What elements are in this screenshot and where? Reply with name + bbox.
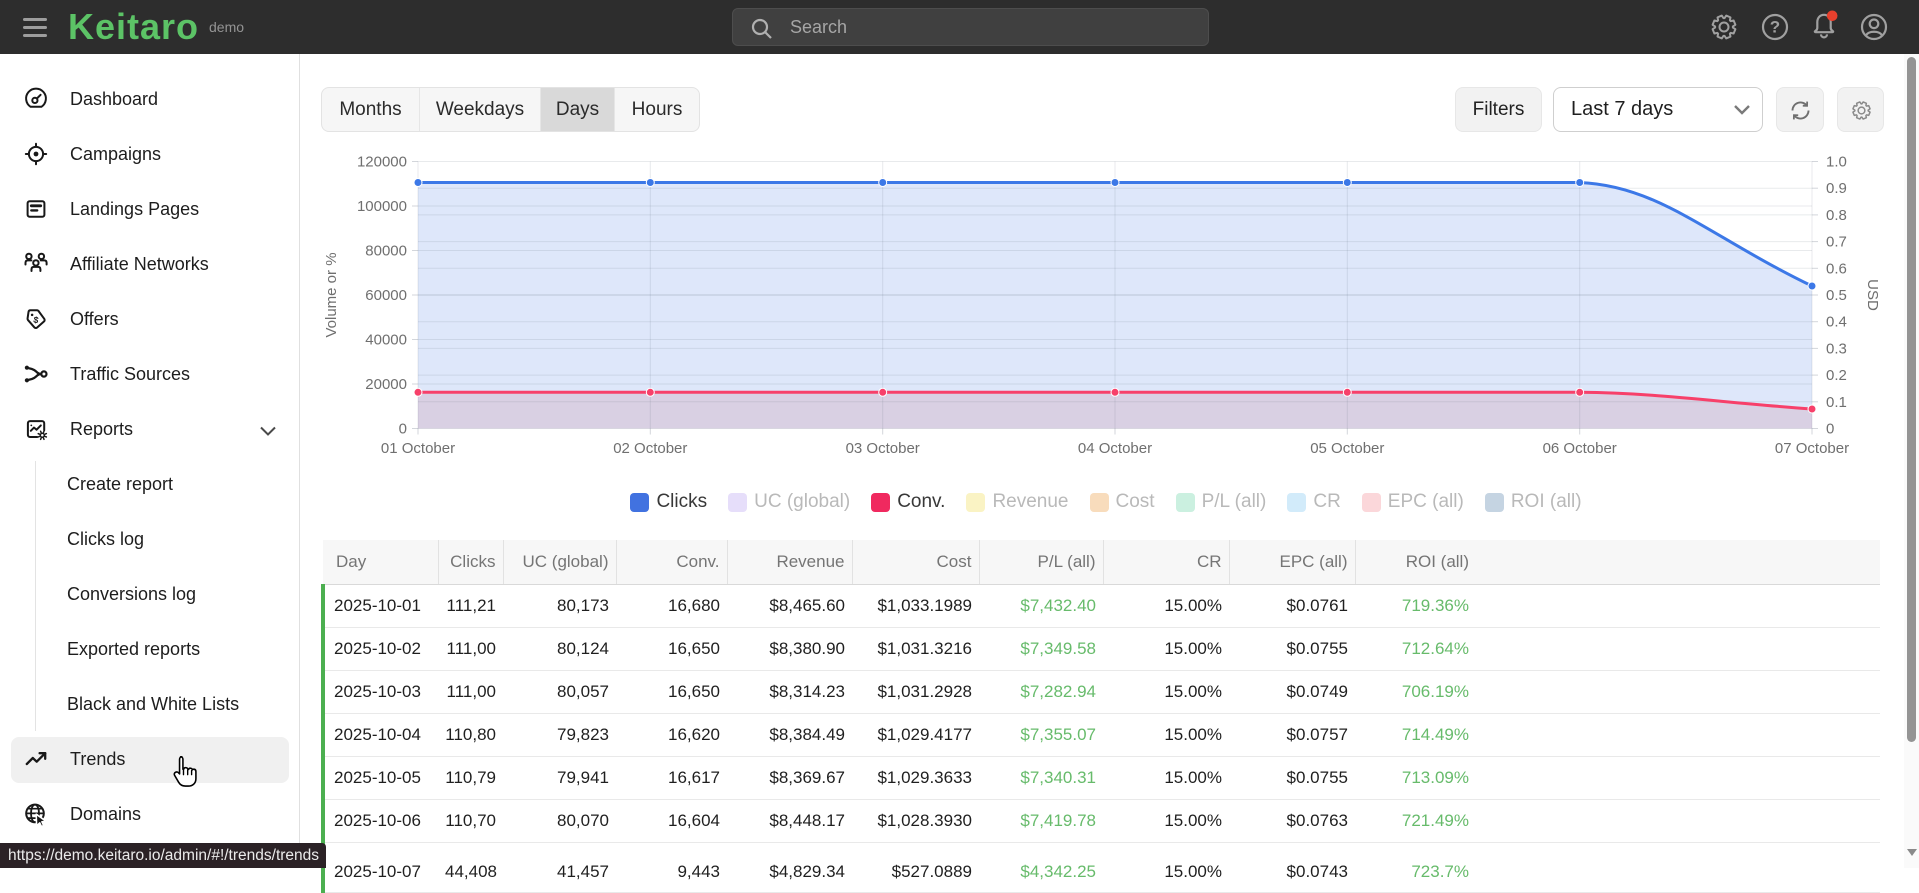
- svg-text:20000: 20000: [365, 376, 407, 393]
- svg-text:0.5: 0.5: [1826, 287, 1847, 304]
- svg-text:100000: 100000: [357, 198, 407, 215]
- svg-text:120000: 120000: [357, 154, 407, 171]
- svg-text:01 October: 01 October: [381, 440, 455, 457]
- svg-text:1.0: 1.0: [1826, 154, 1847, 171]
- svg-text:0.2: 0.2: [1826, 367, 1847, 384]
- svg-text:05 October: 05 October: [1310, 440, 1384, 457]
- svg-text:0.1: 0.1: [1826, 394, 1847, 411]
- svg-text:60000: 60000: [365, 287, 407, 304]
- svg-text:0.8: 0.8: [1826, 207, 1847, 224]
- svg-text:80000: 80000: [365, 243, 407, 260]
- svg-text:Volume or %: Volume or %: [323, 252, 340, 337]
- svg-text:0.3: 0.3: [1826, 340, 1847, 357]
- svg-text:0: 0: [1826, 421, 1834, 438]
- svg-text:0: 0: [399, 421, 407, 438]
- svg-text:0.7: 0.7: [1826, 234, 1847, 251]
- svg-text:?: ?: [1770, 18, 1780, 37]
- svg-text:USD: USD: [1864, 279, 1881, 311]
- svg-text:40000: 40000: [365, 332, 407, 349]
- svg-text:06 October: 06 October: [1543, 440, 1617, 457]
- svg-text:$: $: [32, 315, 39, 326]
- svg-text:0.9: 0.9: [1826, 180, 1847, 197]
- svg-text:04 October: 04 October: [1078, 440, 1152, 457]
- svg-text:0.6: 0.6: [1826, 260, 1847, 277]
- svg-text:03 October: 03 October: [846, 440, 920, 457]
- svg-text:0.4: 0.4: [1826, 314, 1847, 331]
- svg-text:07 October: 07 October: [1775, 440, 1849, 457]
- svg-text:02 October: 02 October: [613, 440, 687, 457]
